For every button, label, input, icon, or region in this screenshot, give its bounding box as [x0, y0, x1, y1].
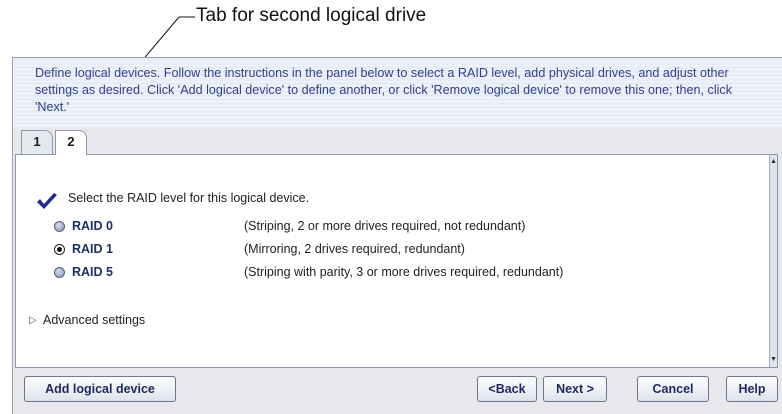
next-button[interactable]: Next >	[543, 376, 607, 402]
logical-device-tabs: 1 2	[13, 128, 782, 155]
panel-scrollbar[interactable]: ▲ ▼	[769, 155, 777, 367]
instructions-banner: Define logical devices. Follow the instr…	[13, 58, 782, 129]
raid-option-raid-0[interactable]: RAID 0 (Striping, 2 or more drives requi…	[54, 218, 774, 236]
logical-device-wizard: Define logical devices. Follow the instr…	[12, 57, 782, 414]
scroll-up-arrow-icon[interactable]: ▲	[770, 157, 777, 167]
triangle-right-icon: ▷	[29, 315, 37, 326]
raid-option-description: (Striping with parity, 3 or more drives …	[244, 265, 564, 279]
tab-logical-device-1[interactable]: 1	[21, 130, 53, 154]
raid-option-name: RAID 1	[72, 242, 113, 256]
callout-label: Tab for second logical drive	[196, 5, 427, 26]
raid-option-description: (Mirroring, 2 drives required, redundant…	[244, 242, 465, 256]
add-logical-device-button[interactable]: Add logical device	[24, 376, 176, 402]
instructions-text: Define logical devices. Follow the instr…	[35, 66, 733, 114]
raid-option-raid-5[interactable]: RAID 5 (Striping with parity, 3 or more …	[54, 264, 774, 282]
scroll-down-arrow-icon[interactable]: ▼	[770, 355, 777, 365]
checkmark-icon	[37, 193, 57, 209]
raid-option-raid-1[interactable]: RAID 1 (Mirroring, 2 drives required, re…	[54, 241, 774, 259]
raid-option-description: (Striping, 2 or more drives required, no…	[244, 219, 526, 233]
tab-logical-device-2[interactable]: 2	[55, 130, 87, 155]
raid-option-name: RAID 5	[72, 265, 113, 279]
raid-1-radio-button[interactable]	[54, 244, 65, 255]
advanced-settings-label: Advanced settings	[43, 313, 146, 327]
raid-config-panel: Select the RAID level for this logical d…	[15, 154, 778, 368]
cancel-button[interactable]: Cancel	[637, 376, 709, 402]
raid-0-radio-button[interactable]	[54, 221, 65, 232]
help-button[interactable]: Help	[726, 376, 778, 402]
raid-5-radio-button[interactable]	[54, 267, 65, 278]
back-button[interactable]: <Back	[477, 376, 537, 402]
raid-level-prompt: Select the RAID level for this logical d…	[68, 191, 310, 205]
raid-option-name: RAID 0	[72, 219, 113, 233]
